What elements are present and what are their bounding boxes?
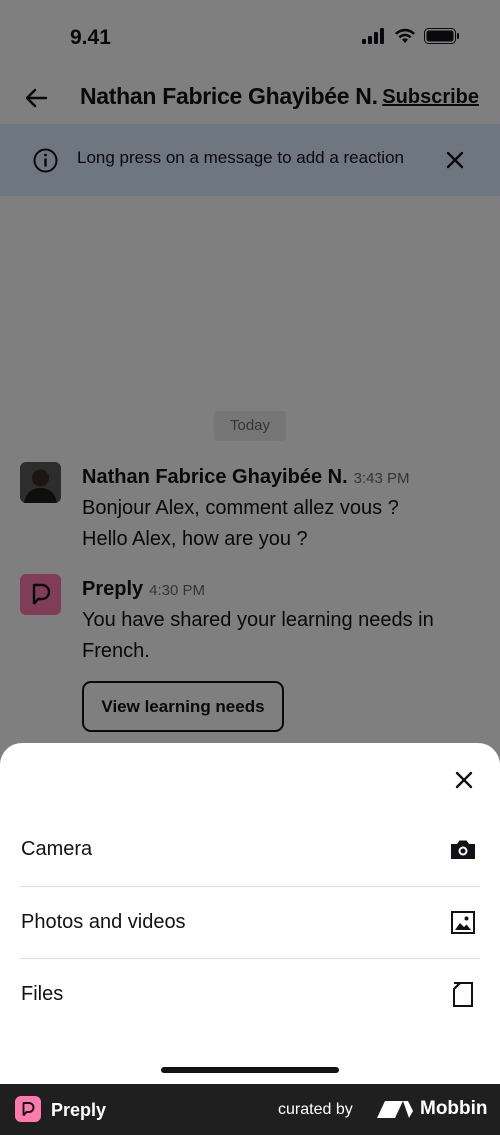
- image-icon: [451, 911, 475, 934]
- photos-and-videos-option[interactable]: Photos and videos: [20, 887, 480, 959]
- mobbin-logo-icon: [377, 1101, 413, 1118]
- file-icon: [453, 982, 473, 1007]
- option-label: Photos and videos: [21, 911, 186, 933]
- footer-brand: Preply: [51, 1100, 107, 1120]
- close-icon[interactable]: [452, 768, 476, 792]
- footer-curated-text: curated by: [278, 1101, 353, 1118]
- files-option[interactable]: Files: [20, 959, 480, 1031]
- preply-logo: [15, 1096, 41, 1122]
- option-label: Files: [21, 983, 64, 1005]
- chat-screen: 9.41 Nathan Fabrice Ghayibée N: [0, 0, 500, 1084]
- mobbin-footer: Preply curated by Mobbin: [0, 1084, 500, 1135]
- camera-option[interactable]: Camera: [20, 814, 480, 886]
- attachment-sheet: Camera Photos and videos Files: [0, 743, 500, 1084]
- footer-mobbin: Mobbin: [420, 1098, 488, 1119]
- camera-icon: [451, 840, 475, 859]
- home-indicator: [161, 1067, 339, 1073]
- option-label: Camera: [21, 838, 93, 860]
